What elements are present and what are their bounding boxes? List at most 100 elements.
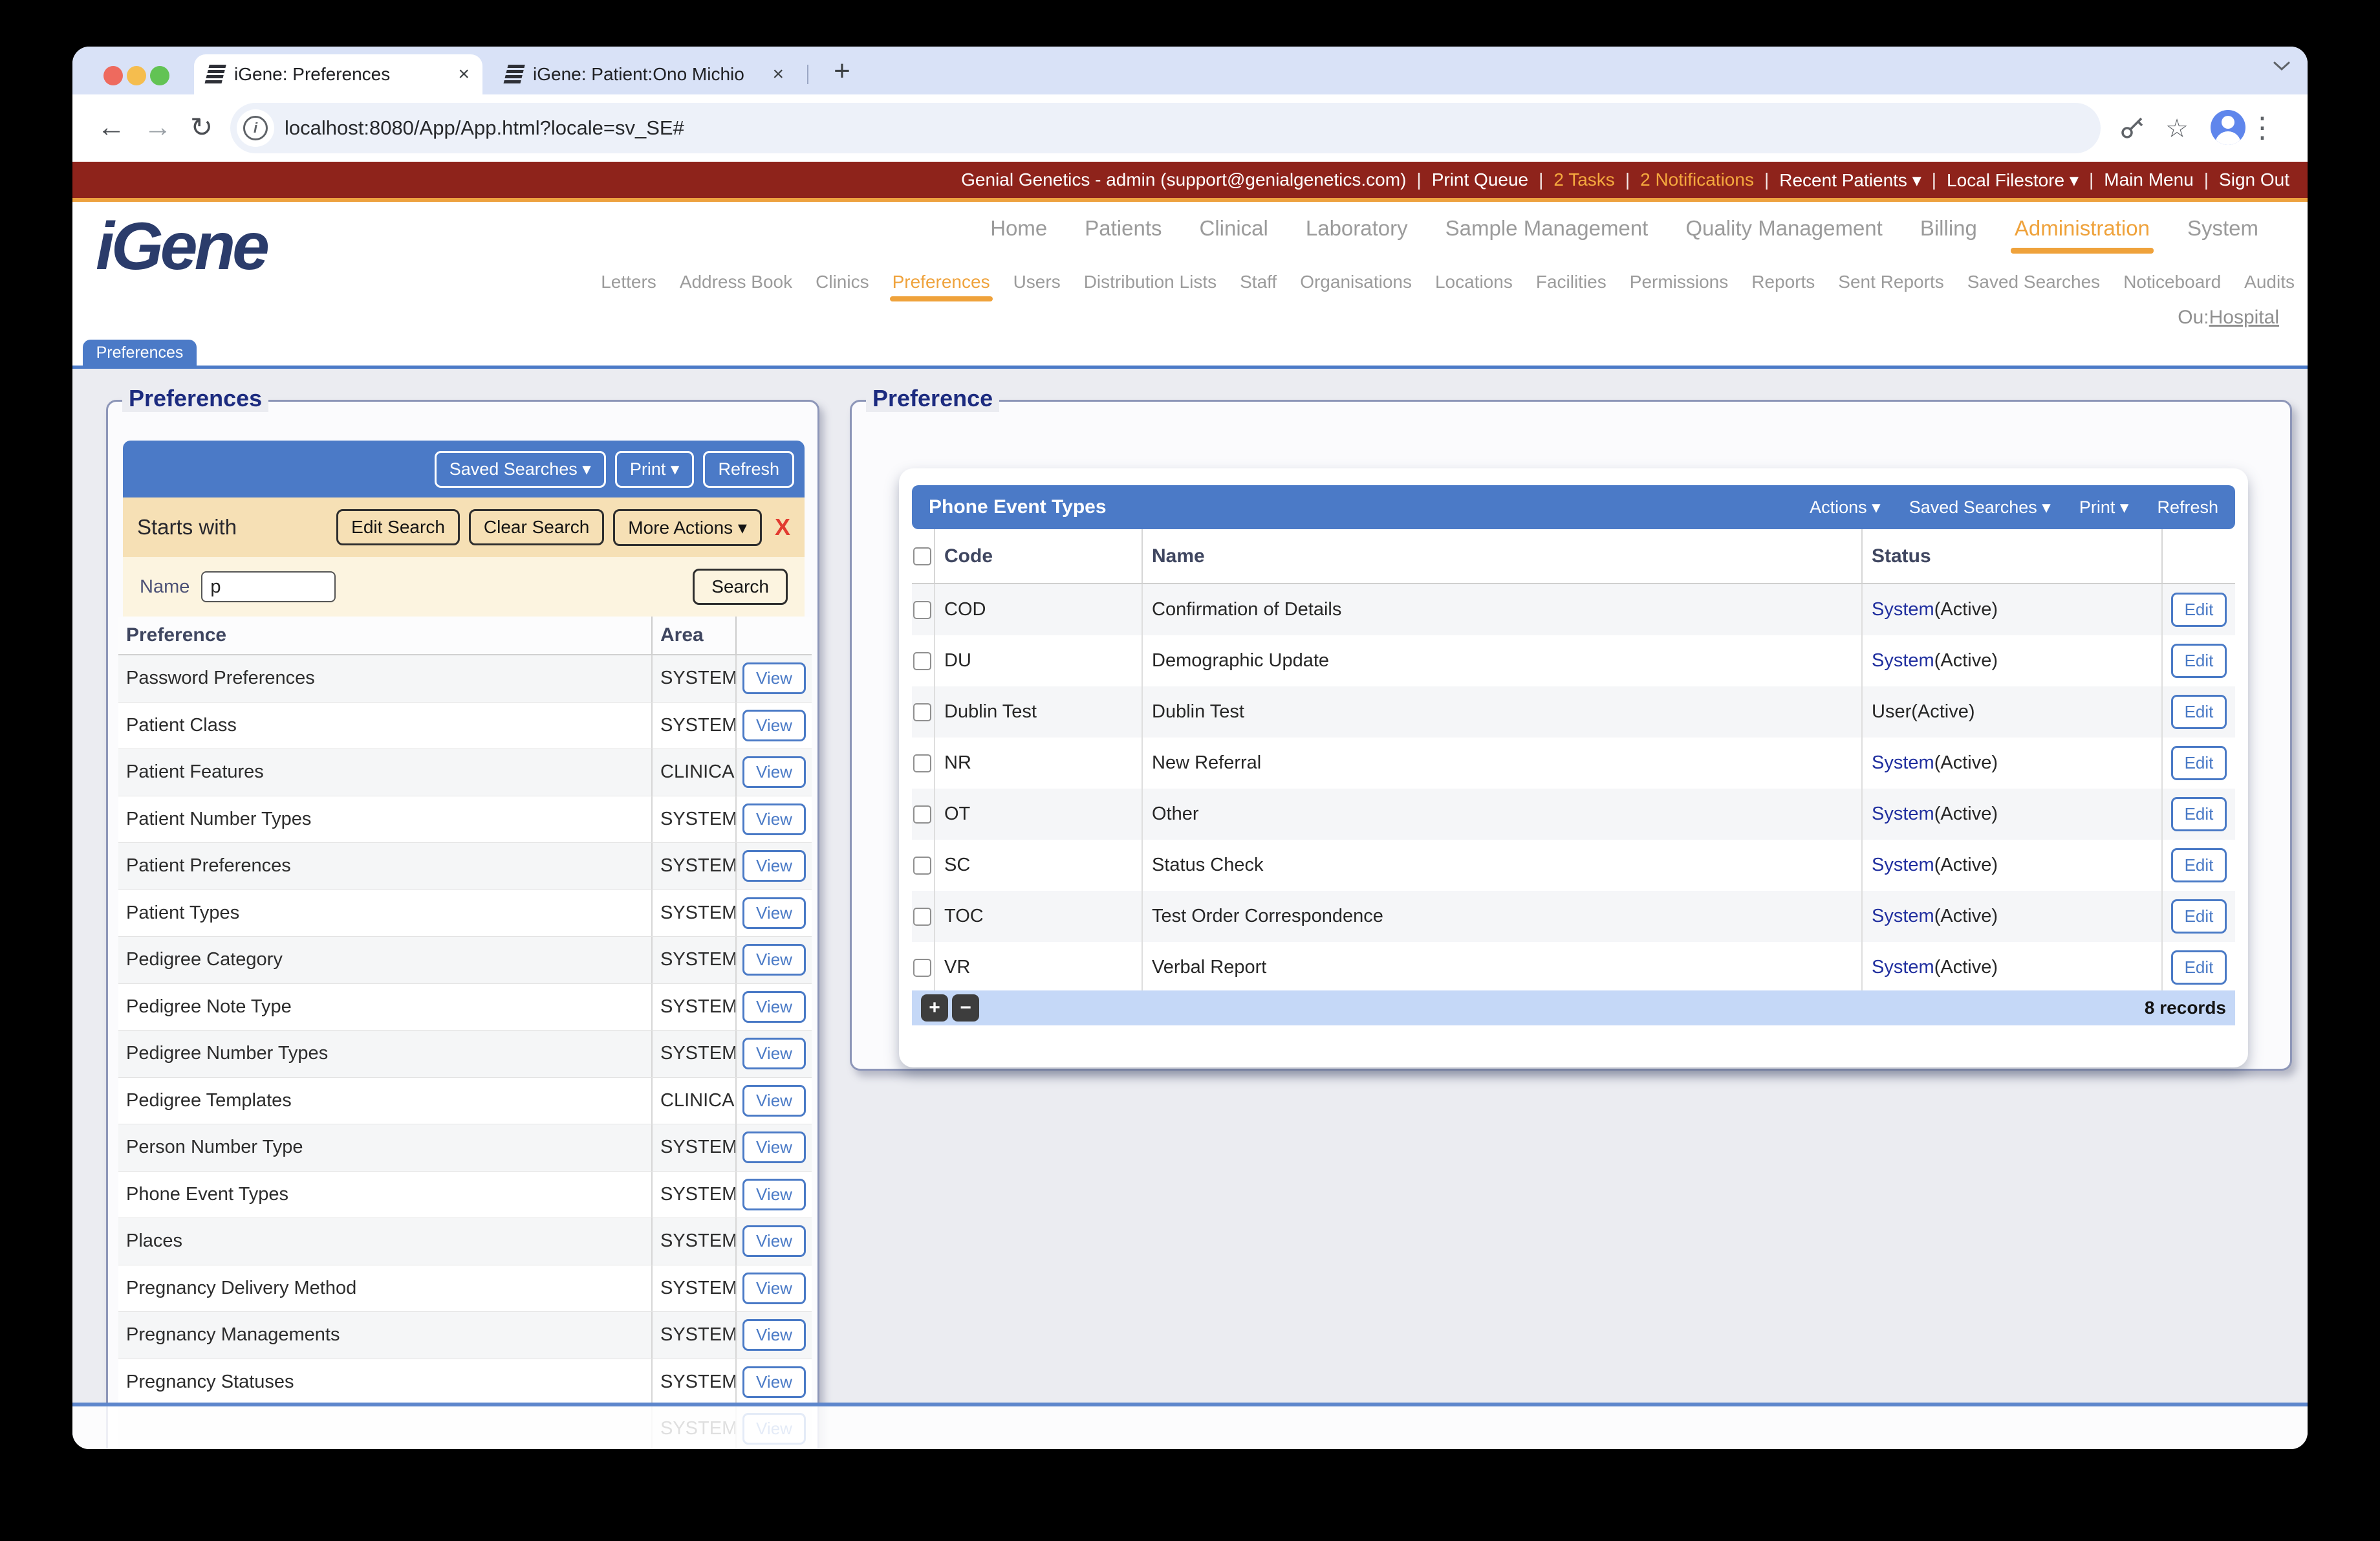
subnav-permissions[interactable]: Permissions xyxy=(1630,272,1728,292)
nav-home[interactable]: Home xyxy=(990,216,1047,241)
view-button[interactable]: View xyxy=(742,1272,806,1304)
view-button[interactable]: View xyxy=(742,1178,806,1210)
close-window-button[interactable] xyxy=(103,66,123,85)
subnav-saved-searches[interactable]: Saved Searches xyxy=(1967,272,2100,292)
close-tab-icon[interactable]: × xyxy=(458,63,470,85)
saved-searches-button[interactable]: Saved Searches ▾ xyxy=(434,450,606,488)
bookmark-star-icon[interactable]: ☆ xyxy=(2165,114,2189,144)
view-button[interactable]: View xyxy=(742,1131,806,1164)
view-button[interactable]: View xyxy=(742,897,806,929)
subnav-locations[interactable]: Locations xyxy=(1435,272,1513,292)
nav-administration[interactable]: Administration xyxy=(2010,216,2154,254)
view-button[interactable]: View xyxy=(742,1038,806,1070)
close-search-icon[interactable]: X xyxy=(775,514,790,541)
topbar-item-sign-out[interactable]: Sign Out xyxy=(2219,169,2289,190)
nav-sample-management[interactable]: Sample Management xyxy=(1445,216,1649,241)
saved-searches-menu[interactable]: Saved Searches ▾ xyxy=(1909,497,2051,518)
refresh-action[interactable]: Refresh xyxy=(2157,497,2218,518)
view-button[interactable]: View xyxy=(742,1366,806,1398)
row-checkbox[interactable] xyxy=(913,856,931,875)
edit-button[interactable]: Edit xyxy=(2170,797,2227,831)
topbar-item-main-menu[interactable]: Main Menu xyxy=(2104,169,2194,190)
status-type[interactable]: System xyxy=(1872,752,1934,774)
name-input[interactable] xyxy=(201,571,336,602)
status-type[interactable]: System xyxy=(1872,599,1934,620)
status-type[interactable]: System xyxy=(1872,855,1934,876)
subnav-staff[interactable]: Staff xyxy=(1240,272,1277,292)
subnav-organisations[interactable]: Organisations xyxy=(1300,272,1412,292)
nav-clinical[interactable]: Clinical xyxy=(1200,216,1268,241)
edit-button[interactable]: Edit xyxy=(2170,950,2227,985)
subnav-sent-reports[interactable]: Sent Reports xyxy=(1838,272,1943,292)
status-type[interactable]: System xyxy=(1872,906,1934,927)
address-bar[interactable]: i localhost:8080/App/App.html?locale=sv_… xyxy=(230,103,2101,153)
view-button[interactable]: View xyxy=(742,709,806,741)
row-checkbox[interactable] xyxy=(913,805,931,824)
print-button[interactable]: Print ▾ xyxy=(614,450,695,488)
subnav-facilities[interactable]: Facilities xyxy=(1536,272,1606,292)
topbar-item-local-filestore-[interactable]: Local Filestore ▾ xyxy=(1947,169,2079,191)
forward-icon[interactable]: → xyxy=(144,111,172,144)
nav-system[interactable]: System xyxy=(2187,216,2258,241)
view-button[interactable]: View xyxy=(742,990,806,1023)
row-checkbox[interactable] xyxy=(913,754,931,772)
page-tab-preferences[interactable]: Preferences xyxy=(83,340,197,366)
refresh-button[interactable]: Refresh xyxy=(703,450,794,488)
edit-search-button[interactable]: Edit Search xyxy=(336,509,460,545)
subnav-distribution-lists[interactable]: Distribution Lists xyxy=(1084,272,1217,292)
more-actions-button[interactable]: More Actions ▾ xyxy=(613,508,762,546)
tab-patient[interactable]: iGene: Patient:Ono Michio × xyxy=(493,54,797,94)
subnav-clinics[interactable]: Clinics xyxy=(816,272,869,292)
subnav-audits[interactable]: Audits xyxy=(2244,272,2295,292)
view-button[interactable]: View xyxy=(742,756,806,789)
status-type[interactable]: System xyxy=(1872,650,1934,672)
view-button[interactable]: View xyxy=(742,1225,806,1258)
subnav-letters[interactable]: Letters xyxy=(601,272,656,292)
ou-hospital-link[interactable]: Hospital xyxy=(2209,307,2279,328)
subnav-users[interactable]: Users xyxy=(1013,272,1061,292)
edit-button[interactable]: Edit xyxy=(2170,644,2227,678)
minimize-window-button[interactable] xyxy=(127,66,146,85)
view-button[interactable]: View xyxy=(742,1084,806,1117)
topbar-item-recent-patients-[interactable]: Recent Patients ▾ xyxy=(1779,169,1921,191)
edit-button[interactable]: Edit xyxy=(2170,695,2227,729)
topbar-item-2-tasks[interactable]: 2 Tasks xyxy=(1553,169,1614,190)
select-all-checkbox[interactable] xyxy=(913,547,931,565)
view-button[interactable]: View xyxy=(742,944,806,976)
actions-menu[interactable]: Actions ▾ xyxy=(1810,497,1881,518)
status-type[interactable]: System xyxy=(1872,803,1934,825)
profile-avatar[interactable] xyxy=(2211,110,2245,145)
row-checkbox[interactable] xyxy=(913,600,931,619)
password-key-icon[interactable] xyxy=(2120,114,2146,146)
nav-billing[interactable]: Billing xyxy=(1920,216,1977,241)
subnav-reports[interactable]: Reports xyxy=(1751,272,1815,292)
search-button[interactable]: Search xyxy=(693,569,788,605)
row-checkbox[interactable] xyxy=(913,907,931,926)
nav-patients[interactable]: Patients xyxy=(1085,216,1162,241)
zoom-window-button[interactable] xyxy=(150,66,169,85)
topbar-item-print-queue[interactable]: Print Queue xyxy=(1432,169,1528,190)
edit-button[interactable]: Edit xyxy=(2170,848,2227,882)
nav-quality-management[interactable]: Quality Management xyxy=(1685,216,1883,241)
subnav-preferences[interactable]: Preferences xyxy=(889,272,993,301)
tab-search-icon[interactable] xyxy=(2273,61,2291,74)
browser-menu-icon[interactable]: ⋮ xyxy=(2248,111,2277,144)
back-icon[interactable]: ← xyxy=(97,111,125,144)
subnav-address-book[interactable]: Address Book xyxy=(680,272,792,292)
view-button[interactable]: View xyxy=(742,662,806,695)
remove-row-icon[interactable]: − xyxy=(952,994,979,1022)
edit-button[interactable]: Edit xyxy=(2170,746,2227,780)
view-button[interactable]: View xyxy=(742,850,806,882)
nav-laboratory[interactable]: Laboratory xyxy=(1306,216,1408,241)
row-checkbox[interactable] xyxy=(913,703,931,721)
edit-button[interactable]: Edit xyxy=(2170,593,2227,627)
url-text[interactable]: localhost:8080/App/App.html?locale=sv_SE… xyxy=(285,116,684,140)
close-tab-icon[interactable]: × xyxy=(772,63,784,85)
site-info-icon[interactable]: i xyxy=(237,109,274,147)
clear-search-button[interactable]: Clear Search xyxy=(468,509,605,545)
topbar-item-2-notifications[interactable]: 2 Notifications xyxy=(1640,169,1754,190)
view-button[interactable]: View xyxy=(742,803,806,835)
tab-preferences[interactable]: iGene: Preferences × xyxy=(194,54,482,94)
status-type[interactable]: System xyxy=(1872,957,1934,978)
print-menu[interactable]: Print ▾ xyxy=(2079,497,2129,518)
